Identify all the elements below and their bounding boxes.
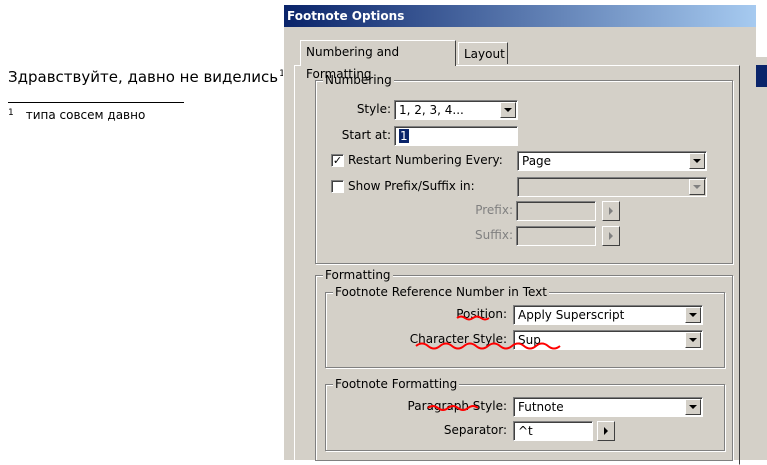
footnote-entry: 1 типа совсем давно [8,108,145,122]
position-label: Position: [456,307,507,321]
paragraph-style-select[interactable]: Futnote [513,397,703,417]
tab-page: Numbering Style: 1, 2, 3, 4... Start at:… [294,65,740,465]
body-text: Здравствуйте, давно не виделись [8,68,279,86]
footnote-separator-rule [8,102,184,103]
suffix-menu-icon[interactable] [602,226,620,246]
paragraph-style-label: Paragraph Style: [407,399,507,413]
prefix-suffix-select[interactable] [517,177,707,197]
chevron-down-icon[interactable] [500,102,516,118]
start-at-label: Start at: [341,128,391,142]
tab-layout[interactable]: Layout [458,42,508,64]
start-at-value: 1 [399,129,409,143]
numbering-group: Numbering Style: 1, 2, 3, 4... Start at:… [315,73,733,264]
restart-numbering-checkbox[interactable]: ✓ [331,154,344,167]
footnote-formatting-legend: Footnote Formatting [333,377,460,391]
position-value: Apply Superscript [518,308,625,322]
footnote-options-dialog: Footnote Options Numbering and Formattin… [283,5,756,465]
start-at-input[interactable]: 1 [394,126,518,146]
paragraph-style-value: Futnote [518,400,564,414]
style-value: 1, 2, 3, 4... [399,103,464,117]
formatting-legend: Formatting [323,268,393,282]
separator-value: ^t [518,424,533,438]
formatting-group: Formatting Footnote Reference Number in … [315,268,733,461]
chevron-down-icon[interactable] [689,153,705,169]
reference-number-group: Footnote Reference Number in Text Positi… [325,285,725,368]
separator-input[interactable]: ^t [513,421,593,441]
prefix-input[interactable] [516,201,596,221]
suffix-input[interactable] [516,226,596,246]
dialog-title: Footnote Options [284,5,756,27]
restart-numbering-value: Page [522,154,552,168]
prefix-label: Prefix: [475,203,513,217]
chevron-down-icon[interactable] [685,399,701,415]
footnote-number: 1 [8,108,14,118]
restart-numbering-label: Restart Numbering Every: [348,153,503,167]
chevron-down-icon[interactable] [685,332,701,348]
style-label: Style: [356,102,391,116]
reference-number-legend: Footnote Reference Number in Text [333,285,549,299]
document-body-text: Здравствуйте, давно не виделись1 [8,68,285,86]
prefix-menu-icon[interactable] [602,201,620,221]
character-style-value: Sup [518,333,541,347]
show-prefix-suffix-label: Show Prefix/Suffix in: [348,179,475,193]
character-style-select[interactable]: Sup [513,330,703,350]
suffix-label: Suffix: [475,228,513,242]
chevron-down-icon[interactable] [689,179,705,195]
tab-numbering-and-formatting[interactable]: Numbering and Formatting [300,40,456,81]
footnote-formatting-group: Footnote Formatting Paragraph Style: Fut… [325,377,725,451]
show-prefix-suffix-checkbox[interactable] [331,180,344,193]
style-select[interactable]: 1, 2, 3, 4... [394,100,518,120]
chevron-down-icon[interactable] [685,307,701,323]
footnote-text: типа совсем давно [25,108,146,122]
character-style-label: Character Style: [409,332,507,346]
restart-numbering-select[interactable]: Page [517,151,707,171]
position-select[interactable]: Apply Superscript [513,305,703,325]
separator-label: Separator: [443,423,507,437]
separator-menu-icon[interactable] [597,421,615,441]
